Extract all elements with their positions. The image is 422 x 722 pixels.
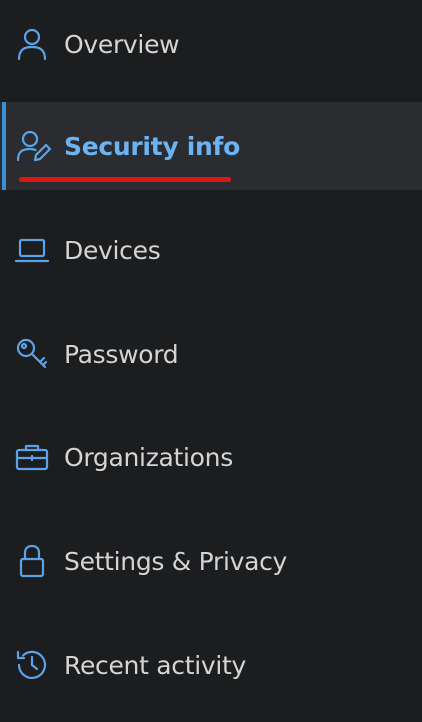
sidebar-item-settings-privacy[interactable]: Settings & Privacy: [0, 517, 422, 605]
sidebar-item-label: Overview: [64, 29, 180, 59]
person-edit-icon: [16, 128, 52, 164]
key-icon: [14, 336, 50, 372]
person-icon: [14, 26, 50, 62]
sidebar-item-label: Security info: [64, 131, 240, 161]
sidebar-item-organizations[interactable]: Organizations: [0, 413, 422, 501]
sidebar-item-label: Devices: [64, 235, 161, 265]
sidebar-item-label: Password: [64, 339, 179, 369]
sidebar-nav: Overview Security info Devices Password …: [0, 0, 422, 722]
sidebar-item-overview[interactable]: Overview: [0, 0, 422, 88]
sidebar-item-devices[interactable]: Devices: [0, 206, 422, 294]
red-underline-annotation: [19, 177, 231, 182]
briefcase-icon: [14, 439, 50, 475]
sidebar-item-password[interactable]: Password: [0, 310, 422, 398]
lock-icon: [14, 543, 50, 579]
sidebar-item-label: Settings & Privacy: [64, 546, 288, 576]
laptop-icon: [14, 232, 50, 268]
active-indicator: [2, 102, 6, 190]
sidebar-item-label: Organizations: [64, 442, 233, 472]
sidebar-item-label: Recent activity: [64, 650, 246, 680]
history-icon: [14, 647, 50, 683]
sidebar-item-recent-activity[interactable]: Recent activity: [0, 621, 422, 709]
